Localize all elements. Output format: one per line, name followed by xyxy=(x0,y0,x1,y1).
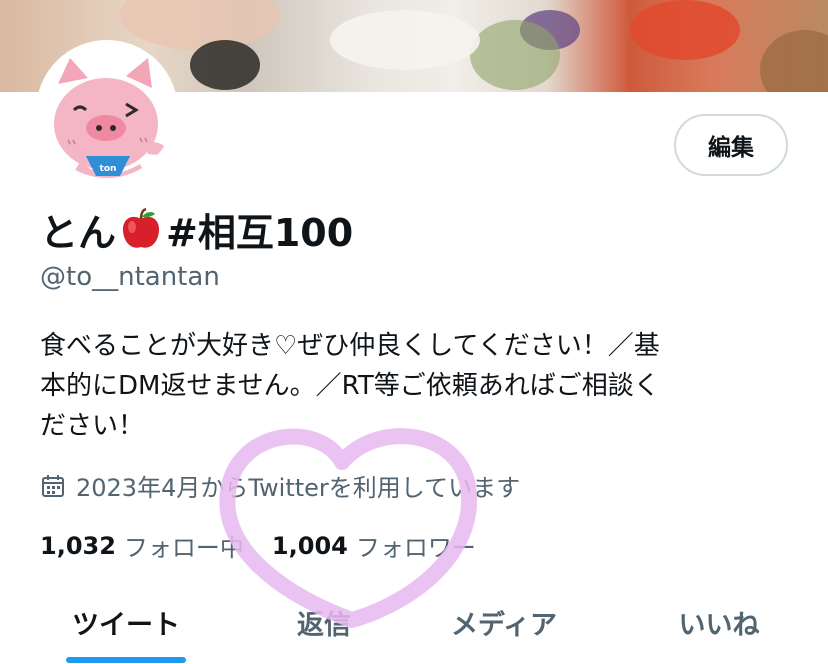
username-handle: @to__ntantan xyxy=(40,262,220,292)
joined-date: 2023年4月からTwitterを利用しています xyxy=(40,468,520,503)
joined-date-text: 2023年4月からTwitterを利用しています xyxy=(76,474,521,502)
banner-shape xyxy=(330,10,480,70)
bio-line: 本的にDM返せません。／RT等ご依頼あればご相談く xyxy=(40,371,660,401)
following-link[interactable]: 1,032 フォロー中 xyxy=(40,528,244,563)
banner-shape xyxy=(120,0,280,50)
bio-line: 食べることが大好き♡ぜひ仲良くしてください！／基 xyxy=(40,331,660,361)
edit-profile-button[interactable]: 編集 xyxy=(674,114,788,176)
banner-shape xyxy=(630,0,740,60)
followers-count: 1,004 xyxy=(271,531,348,560)
banner-shape xyxy=(760,30,828,92)
avatar-badge-text: ton xyxy=(100,164,117,174)
following-count: 1,032 xyxy=(40,531,116,560)
tab-likes[interactable]: いいね xyxy=(654,592,784,652)
followers-link[interactable]: 1,004 フォロワー xyxy=(272,528,476,563)
banner-shape xyxy=(470,20,560,90)
pig-avatar-icon: ton xyxy=(40,44,174,178)
active-tab-indicator xyxy=(66,657,186,663)
display-name-text: とん xyxy=(40,210,117,255)
tab-media[interactable]: メディア xyxy=(428,592,580,652)
avatar[interactable]: ton xyxy=(36,40,178,182)
banner-shape xyxy=(190,40,260,90)
following-label: フォロー中 xyxy=(123,534,244,562)
followers-label: フォロワー xyxy=(355,534,476,562)
follow-stats: 1,032 フォロー中 1,004 フォロワー xyxy=(40,528,476,563)
tab-replies[interactable]: 返信 xyxy=(262,592,386,652)
profile-bio: 食べることが大好き♡ぜひ仲良くしてください！／基 本的にDM返せません。／RT等… xyxy=(40,326,780,446)
bio-line: ださい！ xyxy=(40,411,145,441)
tab-tweets[interactable]: ツイート xyxy=(44,592,208,652)
profile-tabs: ツイート 返信 メディア いいね xyxy=(0,592,828,664)
display-name-tag: #相互100 xyxy=(166,210,354,255)
apple-emoji-icon xyxy=(120,207,162,251)
display-name: とん #相互100 xyxy=(40,200,353,258)
calendar-icon xyxy=(42,474,64,497)
